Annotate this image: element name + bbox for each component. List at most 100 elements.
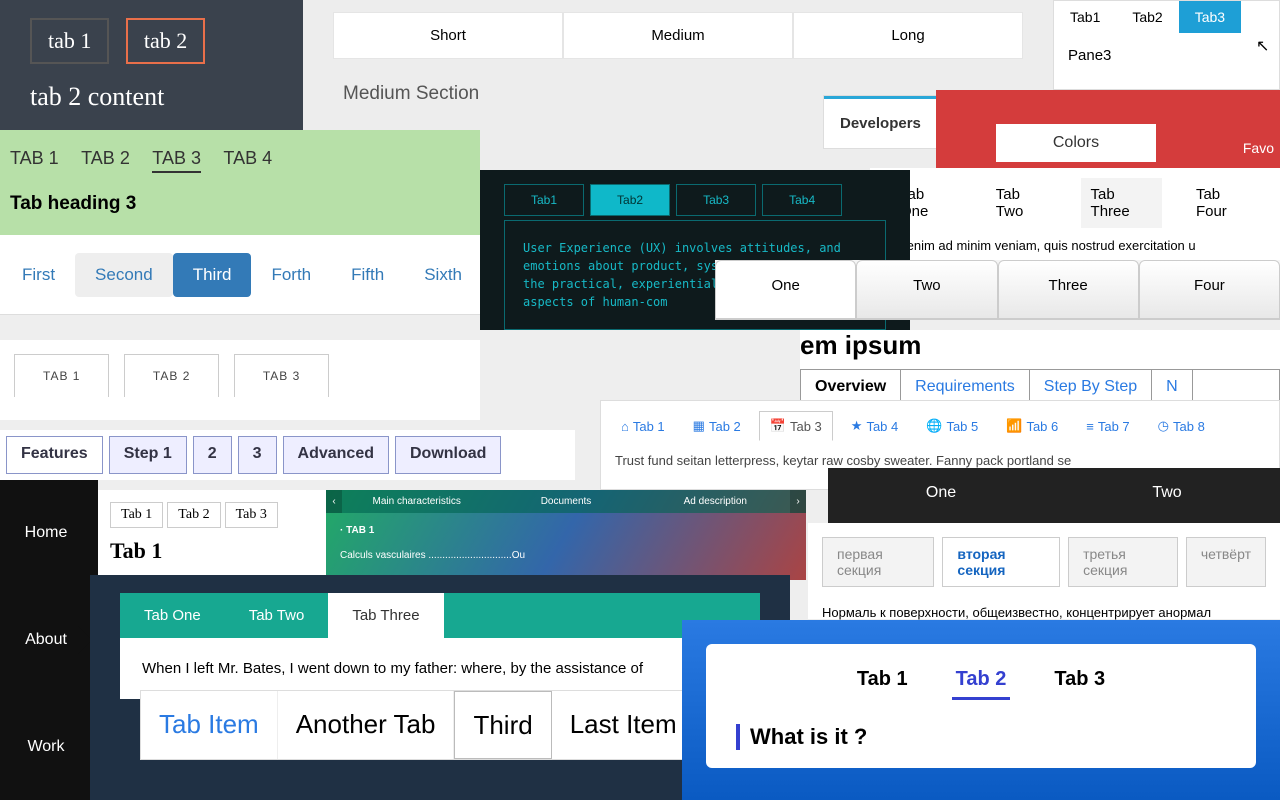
- tab-three[interactable]: Three: [998, 260, 1139, 319]
- tab-label: Tab 4: [866, 419, 898, 434]
- tab-sec1[interactable]: первая секция: [822, 537, 934, 587]
- tab-step1[interactable]: Step 1: [109, 436, 187, 474]
- tab-two[interactable]: Two: [856, 260, 997, 319]
- tab-first[interactable]: First: [2, 253, 75, 297]
- tab-5[interactable]: 🌐 Tab 5: [916, 411, 988, 441]
- tab-4[interactable]: TAB 4: [223, 148, 272, 171]
- tab-one[interactable]: One: [715, 260, 856, 319]
- tab2[interactable]: Tab2: [1116, 1, 1178, 33]
- tab-3[interactable]: TAB 3: [152, 148, 201, 173]
- chevron-right-icon[interactable]: ›: [790, 490, 806, 513]
- gradient-characteristics: ‹ Main characteristics Documents Ad desc…: [326, 490, 806, 580]
- subtab-developers[interactable]: Developers: [824, 96, 937, 148]
- tab-step3[interactable]: 3: [238, 436, 277, 474]
- tab-last[interactable]: Last Item: [552, 691, 696, 759]
- tab-three[interactable]: Tab Three: [1081, 178, 1162, 228]
- tab-2[interactable]: tab 2: [126, 18, 205, 64]
- tab-1[interactable]: ⌂ Tab 1: [611, 411, 675, 441]
- tab-sec2[interactable]: вторая секция: [942, 537, 1060, 587]
- tab-forth[interactable]: Forth: [251, 253, 331, 297]
- tab-1[interactable]: TAB 1: [10, 148, 59, 171]
- tab-colors[interactable]: Colors: [996, 124, 1156, 162]
- tab-2[interactable]: ▦ Tab 2: [683, 411, 751, 441]
- tab-1[interactable]: TAB 1: [14, 354, 109, 397]
- nav-home[interactable]: Home: [0, 480, 98, 587]
- tab-1[interactable]: Tab 1: [853, 662, 912, 700]
- tab-2[interactable]: Tab 2: [167, 502, 220, 528]
- tab-medium[interactable]: Medium: [563, 12, 793, 59]
- tab-ad[interactable]: Ad description: [641, 490, 790, 513]
- tab-features[interactable]: Features: [6, 436, 103, 474]
- tab-sixth[interactable]: Sixth: [404, 253, 482, 297]
- large-tab-items: Tab Item Another Tab Third Last Item: [140, 690, 700, 760]
- tab-main[interactable]: Main characteristics: [342, 490, 491, 513]
- tab-2[interactable]: TAB 2: [81, 148, 130, 171]
- tab1[interactable]: Tab1: [1054, 1, 1116, 33]
- tab-3[interactable]: Tab 3: [225, 502, 278, 528]
- tab-8[interactable]: ◷ Tab 8: [1148, 411, 1215, 441]
- classic-grey-tabs: TAB 1 TAB 2 TAB 3: [0, 340, 480, 420]
- chevron-left-icon[interactable]: ‹: [326, 490, 342, 513]
- tab-label: Tab 3: [790, 419, 822, 434]
- tab-documents[interactable]: Documents: [491, 490, 640, 513]
- tab-sec3[interactable]: третья секция: [1068, 537, 1178, 587]
- content-heading: What is it ?: [736, 724, 1226, 750]
- tab2[interactable]: Tab2: [590, 184, 670, 216]
- tab-2[interactable]: TAB 2: [124, 354, 219, 397]
- tab-3[interactable]: Tab 3: [1050, 662, 1109, 700]
- tab-3[interactable]: TAB 3: [234, 354, 329, 397]
- subtab-label: · TAB 1: [326, 513, 806, 548]
- tab-6[interactable]: 📶 Tab 6: [996, 411, 1068, 441]
- file-folder-tabs: One Two Three Four: [715, 260, 1280, 320]
- tab-body-text: Нормаль к поверхности, общеизвестно, кон…: [822, 605, 1266, 620]
- tab-short[interactable]: Short: [333, 12, 563, 59]
- tab-third[interactable]: Third: [454, 691, 551, 759]
- tab-1[interactable]: tab 1: [30, 18, 109, 64]
- pill-tabs: First Second Third Forth Fifth Sixth: [0, 235, 480, 315]
- tab-overview[interactable]: Overview: [801, 370, 901, 404]
- tab-2[interactable]: Tab 2: [952, 662, 1011, 700]
- tab-long[interactable]: Long: [793, 12, 1023, 59]
- heading: em ipsum: [800, 330, 1280, 361]
- tab-one[interactable]: Tab One: [120, 593, 225, 638]
- tab-three[interactable]: Tab Three: [328, 593, 443, 638]
- tab-3[interactable]: 📅 Tab 3: [759, 411, 833, 441]
- tab-download[interactable]: Download: [395, 436, 501, 474]
- tab-fifth[interactable]: Fifth: [331, 253, 404, 297]
- tab-stepbystep[interactable]: Step By Step: [1030, 370, 1152, 404]
- tab-4[interactable]: ★ Tab 4: [841, 411, 908, 441]
- tab-one[interactable]: One: [828, 468, 1054, 523]
- tab-another[interactable]: Another Tab: [278, 691, 455, 759]
- tab-1[interactable]: Tab 1: [110, 502, 163, 528]
- tab-label: Tab 6: [1026, 419, 1058, 434]
- tab-requirements[interactable]: Requirements: [901, 370, 1030, 404]
- tab-advanced[interactable]: Advanced: [283, 436, 389, 474]
- tab-body-text: Ut enim ad minim veniam, quis nostrud ex…: [890, 238, 1260, 253]
- tab-two[interactable]: Tab Two: [986, 178, 1057, 228]
- tab-two[interactable]: Two: [1054, 468, 1280, 523]
- list-icon: ≡: [1086, 419, 1094, 434]
- tab-favorites[interactable]: Favo: [1243, 140, 1274, 156]
- tab-second[interactable]: Second: [75, 253, 173, 297]
- green-underline-tabs: TAB 1 TAB 2 TAB 3 TAB 4 Tab heading 3: [0, 130, 480, 235]
- star-icon: ★: [851, 418, 863, 434]
- tab-n[interactable]: N: [1152, 370, 1193, 404]
- tab-two[interactable]: Tab Two: [225, 593, 329, 638]
- home-icon: ⌂: [621, 419, 629, 434]
- tab-four[interactable]: Four: [1139, 260, 1280, 319]
- nav-work[interactable]: Work: [0, 693, 98, 800]
- tab-label: Tab 7: [1098, 419, 1130, 434]
- tab-sec4[interactable]: четвёрт: [1186, 537, 1266, 587]
- signal-icon: 📶: [1006, 418, 1022, 434]
- tab-7[interactable]: ≡ Tab 7: [1076, 411, 1139, 441]
- tab-item[interactable]: Tab Item: [141, 691, 278, 759]
- tab-step2[interactable]: 2: [193, 436, 232, 474]
- nav-about[interactable]: About: [0, 587, 98, 694]
- tab3[interactable]: Tab3: [676, 184, 756, 216]
- tab3[interactable]: Tab3: [1179, 1, 1241, 33]
- tab1[interactable]: Tab1: [504, 184, 584, 216]
- tab-third[interactable]: Third: [173, 253, 252, 297]
- tab-four[interactable]: Tab Four: [1186, 178, 1260, 228]
- tab-label: Tab 2: [709, 419, 741, 434]
- tab4[interactable]: Tab4: [762, 184, 842, 216]
